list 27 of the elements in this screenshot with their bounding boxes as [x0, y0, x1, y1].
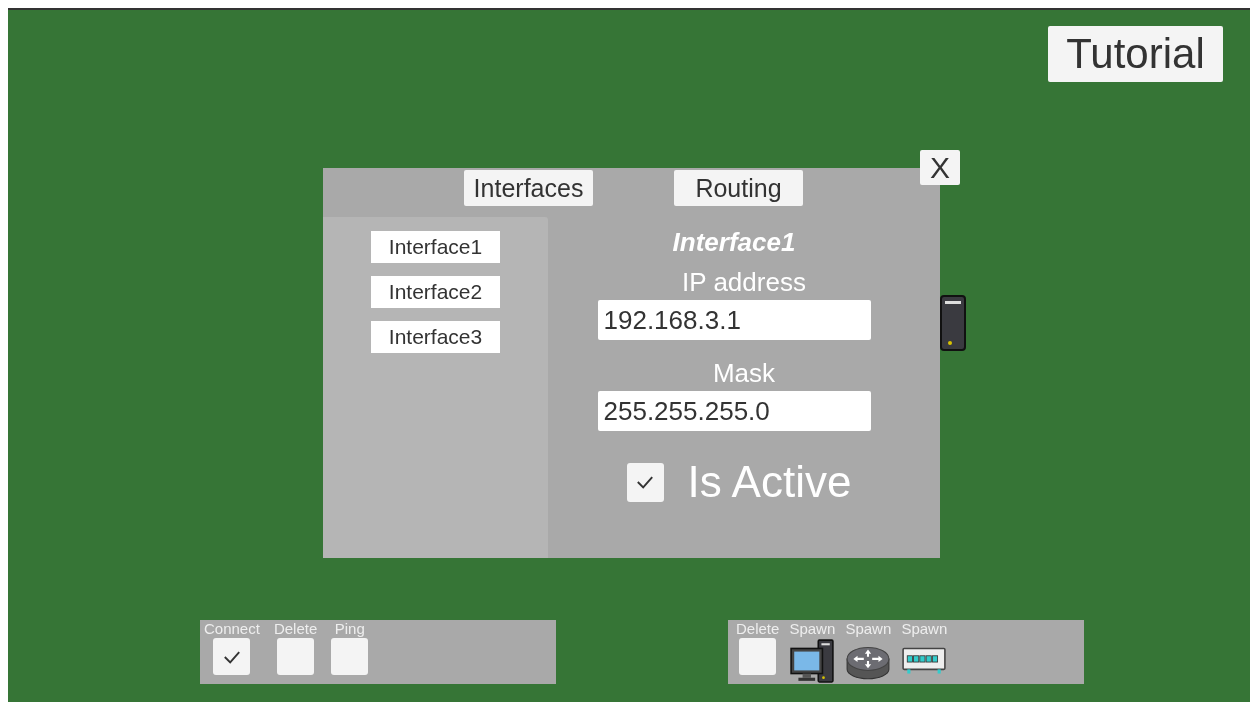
mask-label: Mask	[712, 357, 776, 390]
computer-icon[interactable]	[789, 638, 836, 684]
interface-item[interactable]: Interface2	[371, 276, 500, 308]
tool-label: Spawn	[901, 620, 948, 638]
interface-item[interactable]: Interface3	[371, 321, 500, 353]
active-checkbox[interactable]	[626, 462, 664, 502]
mask-field[interactable]: 255.255.255.0	[597, 391, 871, 431]
tool-label: Spawn	[789, 620, 836, 638]
tool-label: Spawn	[845, 620, 892, 638]
tool-label: Delete	[736, 620, 780, 638]
tool-label: Delete	[273, 620, 318, 638]
tool-checkbox[interactable]	[213, 638, 251, 675]
tool-label: Ping	[334, 620, 365, 638]
tool-label: Connect	[204, 620, 260, 638]
close-button[interactable]: X	[920, 150, 960, 185]
tool-checkbox[interactable]	[331, 638, 369, 675]
interface-title: Interface1	[672, 227, 796, 259]
tool-checkbox[interactable]	[739, 638, 777, 675]
tutorial-button[interactable]: Tutorial	[1048, 26, 1223, 82]
ip-label: IP address	[682, 266, 806, 299]
tab[interactable]: Routing	[674, 170, 803, 206]
tab[interactable]: Interfaces	[464, 170, 593, 206]
ip-field[interactable]: 192.168.3.1	[597, 300, 871, 340]
tool-checkbox[interactable]	[277, 638, 315, 675]
computer-icon	[940, 295, 966, 351]
active-label: Is Active	[687, 457, 852, 507]
interface-item[interactable]: Interface1	[371, 231, 500, 263]
